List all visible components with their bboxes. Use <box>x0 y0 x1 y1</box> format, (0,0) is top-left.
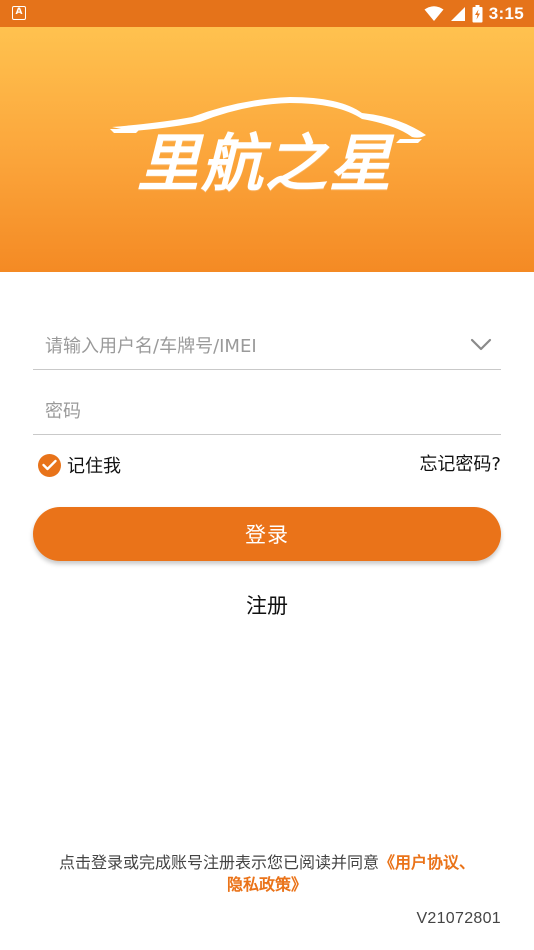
wifi-icon <box>424 6 444 21</box>
battery-icon <box>472 5 483 23</box>
login-button[interactable]: 登录 <box>33 507 501 561</box>
app-version: V21072801 <box>416 910 501 927</box>
chevron-down-icon[interactable] <box>469 334 493 354</box>
agreement-notice: 点击登录或完成账号注册表示您已阅读并同意《用户协议、 隐私政策》 <box>24 852 510 896</box>
status-time: 3:15 <box>488 4 524 23</box>
checkmark-icon <box>38 453 61 477</box>
remember-me-label: 记住我 <box>67 456 121 477</box>
register-link[interactable]: 注册 <box>0 590 534 620</box>
username-field <box>33 320 501 370</box>
privacy-policy-link[interactable]: 隐私政策》 <box>227 875 307 894</box>
notification-app-icon: A <box>12 6 26 20</box>
hero-banner: 里航之星 <box>0 27 534 272</box>
username-input[interactable] <box>45 328 455 364</box>
signal-icon <box>450 7 465 21</box>
forgot-password-link[interactable]: 忘记密码? <box>419 452 501 478</box>
agreement-text: 点击登录或完成账号注册表示您已阅读并同意 <box>58 853 379 872</box>
user-agreement-link[interactable]: 《用户协议、 <box>379 853 475 872</box>
password-input[interactable] <box>45 393 455 429</box>
remember-me-checkbox[interactable]: 记住我 <box>38 452 121 478</box>
status-icons: 3:15 <box>424 3 524 25</box>
status-bar: A 3:15 <box>0 0 534 27</box>
app-logo: 里航之星 <box>100 95 430 205</box>
logo-text: 里航之星 <box>136 127 393 200</box>
password-field <box>33 385 501 435</box>
